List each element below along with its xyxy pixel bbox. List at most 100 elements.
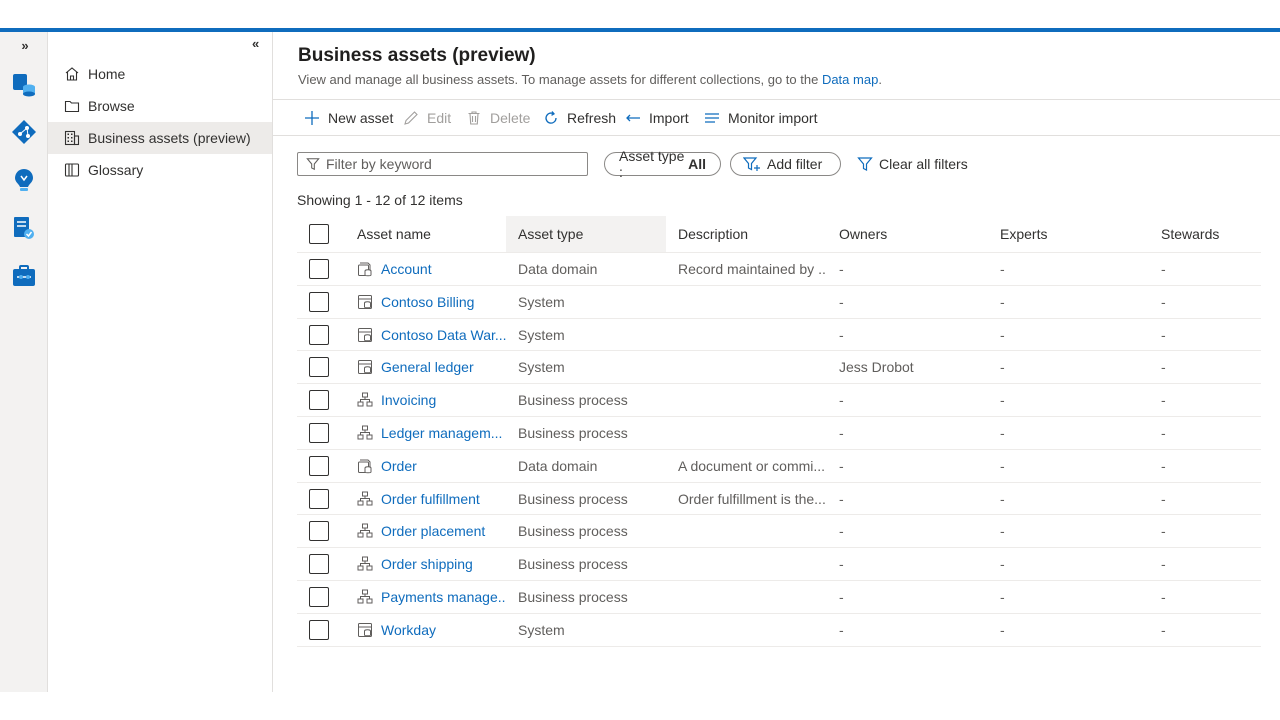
expand-rail-button[interactable]: » [0,38,48,58]
edit-label: Edit [427,110,452,126]
policy-icon[interactable] [10,214,38,242]
keyword-filter-placeholder: Filter by keyword [326,156,432,172]
asset-type-cell: System [518,359,565,376]
table-row[interactable]: Order shipping Business process - - - [297,548,1261,581]
description-cell [666,319,827,351]
edit-button[interactable]: Edit [403,100,451,136]
stewards-cell: - [1161,621,1166,638]
add-filter-button[interactable]: Add filter [730,152,841,176]
subtitle-end: . [878,72,882,87]
table-row[interactable]: Contoso Data War... System - - - [297,319,1261,352]
experts-cell: - [1000,392,1005,409]
nav-item-browse[interactable]: Browse [48,90,272,122]
nav-item-business-assets[interactable]: Business assets (preview) [48,122,272,154]
clear-filter-icon [857,157,873,171]
page-subtitle: View and manage all business assets. To … [298,72,882,87]
table-row[interactable]: Workday System - - - [297,614,1261,647]
asset-name-link[interactable]: General ledger [297,351,506,383]
asset-type-cell: Business process [518,523,628,540]
filter-icon [306,158,320,171]
table-row[interactable]: Order fulfillment Business process Order f… [297,483,1261,516]
refresh-button[interactable]: Refresh [543,100,616,136]
stewards-cell: - [1161,359,1166,376]
data-map-link[interactable]: Data map [822,72,878,87]
owners-cell: - [839,621,844,638]
description-cell [666,417,827,449]
experts-cell: - [1000,293,1005,310]
table-row[interactable]: Ledger managem... Business process - - - [297,417,1261,450]
table-row[interactable]: Order Data domain A document or commi... - -… [297,450,1261,483]
asset-name-link[interactable]: Order fulfillment [297,483,506,515]
asset-name-link[interactable]: Payments manage... [297,581,506,613]
description-cell: Record maintained by ... [678,261,827,277]
asset-name-link[interactable]: Order [297,450,506,482]
nav-item-home[interactable]: Home [48,58,272,90]
asset-name-link[interactable]: Contoso Billing [297,286,506,318]
nav-item-glossary[interactable]: Glossary [48,154,272,186]
column-header-asset-type[interactable]: Asset type [506,216,666,252]
asset-name-link[interactable]: Contoso Data War... [297,319,506,351]
experts-cell: - [1000,556,1005,573]
import-label: Import [649,110,689,126]
asset-name-link[interactable]: Ledger managem... [297,417,506,449]
monitor-import-button[interactable]: Monitor import [704,100,817,136]
delete-icon [468,111,480,125]
nav-item-label: Business assets (preview) [88,130,251,146]
owners-cell: - [839,261,844,277]
item-count: Showing 1 - 12 of 12 items [297,192,463,208]
owners-cell: - [839,490,844,507]
add-filter-label: Add filter [767,156,823,172]
new-asset-button[interactable]: New asset [304,100,393,136]
asset-type-filter-value: All [688,156,706,172]
description-cell [666,351,827,383]
delete-label: Delete [490,110,531,126]
asset-name-link[interactable]: Account [297,253,506,285]
stewards-cell: - [1161,556,1166,573]
data-catalog-icon[interactable] [10,118,38,146]
table-row[interactable]: Payments manage... Business process - - - [297,581,1261,614]
asset-name-link[interactable]: Workday [297,614,506,646]
table-row[interactable]: Order placement Business process - - - [297,515,1261,549]
table-row[interactable]: General ledger System Jess Drobot - - [297,351,1261,385]
page-title: Business assets (preview) [298,45,536,66]
experts-cell: - [1000,621,1005,638]
clear-all-filters-button[interactable]: Clear all filters [857,152,968,176]
import-icon [626,114,640,122]
column-header-description[interactable]: Description [666,216,827,252]
table-body: Account Data domain Record maintained by .… [297,253,1261,647]
asset-type-filter-label: Asset type : [619,148,685,180]
collapse-nav-button[interactable]: « [252,36,268,54]
asset-name-link[interactable]: Order placement [297,515,506,547]
column-header-stewards[interactable]: Stewards [1149,216,1261,252]
select-all-checkbox[interactable] [309,224,329,244]
management-icon[interactable] [10,262,38,290]
asset-type-filter[interactable]: Asset type : All [604,148,721,180]
insights-icon[interactable] [10,166,38,194]
import-button[interactable]: Import [625,100,689,136]
refresh-label: Refresh [567,110,617,126]
app-rail: » [0,32,48,692]
table-row[interactable]: Invoicing Business process - - - [297,384,1261,417]
stewards-cell: - [1161,588,1166,605]
asset-name-link[interactable]: Invoicing [297,384,506,416]
add-icon [305,111,319,125]
description-cell [666,548,827,580]
column-header-owners[interactable]: Owners [827,216,988,252]
column-header-asset-name[interactable]: Asset name [345,216,506,252]
column-header-experts[interactable]: Experts [988,216,1149,252]
table-row[interactable]: Contoso Billing System - - - [297,286,1261,319]
delete-button[interactable]: Delete [466,100,530,136]
owners-cell: - [839,523,844,540]
asset-type-cell: System [518,293,565,310]
data-map-icon[interactable] [10,70,38,98]
stewards-cell: - [1161,457,1166,474]
table-row[interactable]: Account Data domain Record maintained by .… [297,253,1261,286]
add-filter-icon [743,157,760,171]
experts-cell: - [1000,523,1005,540]
asset-name-link[interactable]: Order shipping [297,548,506,580]
owners-cell: - [839,326,844,343]
edit-icon [404,111,418,125]
description-cell [666,384,827,416]
keyword-filter-input[interactable]: Filter by keyword [297,152,588,176]
asset-type-cell: Business process [518,424,628,441]
